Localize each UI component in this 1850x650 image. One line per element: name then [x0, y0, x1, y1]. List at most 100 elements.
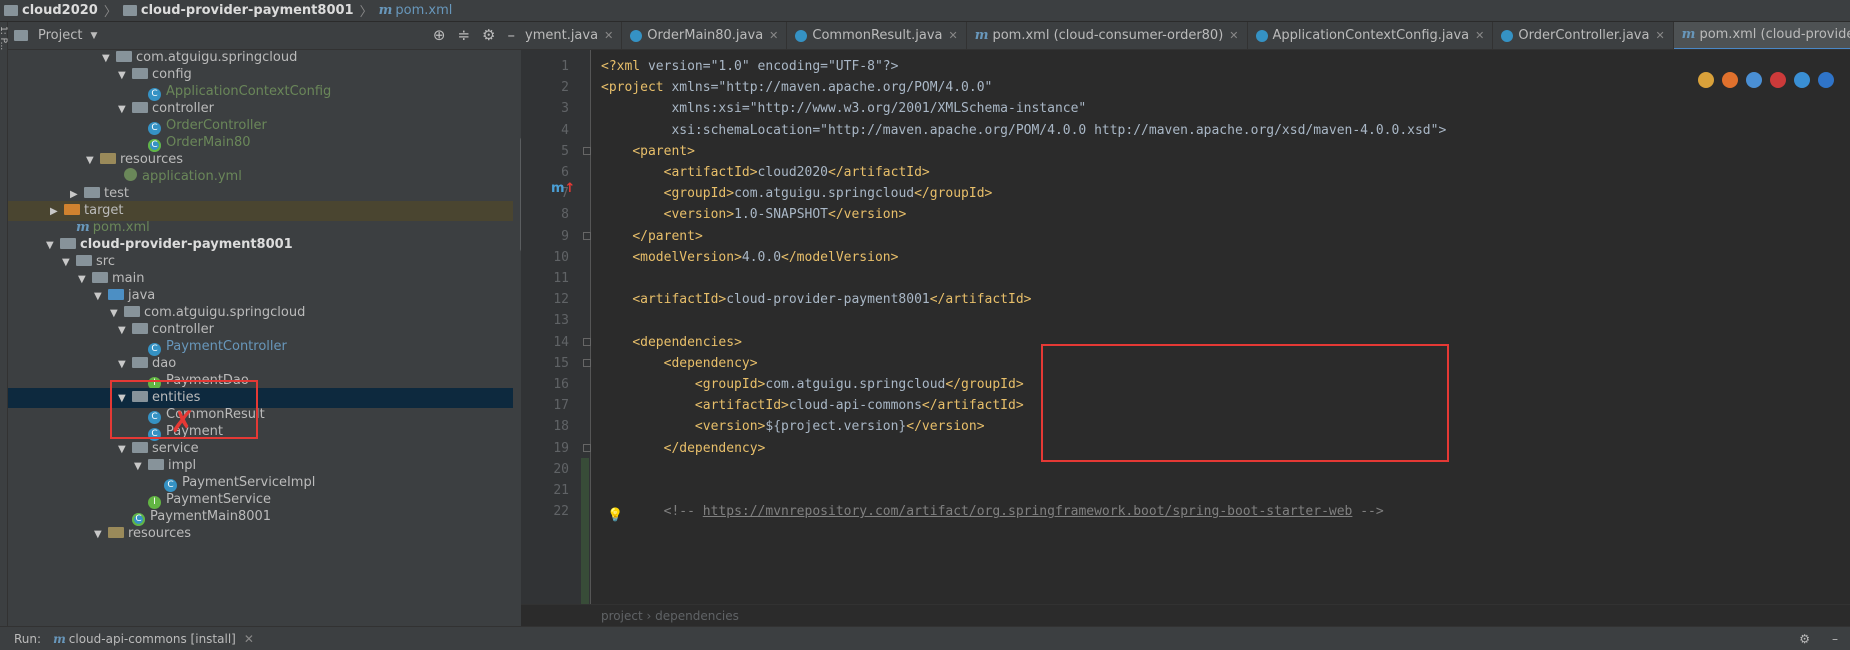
- code-area[interactable]: <?xml version="1.0" encoding="UTF-8"?> <p…: [601, 50, 1850, 604]
- project-folder-icon: [4, 5, 18, 16]
- code-token: </artifactId: [929, 292, 1024, 308]
- code-token: <version: [694, 419, 758, 435]
- fold-marker-icon[interactable]: [583, 337, 591, 346]
- tree-item-label: test: [104, 186, 129, 201]
- close-tab-icon[interactable]: ✕: [1655, 29, 1664, 42]
- vcs-change-marker[interactable]: [581, 458, 589, 626]
- browser-preview-icons: [1698, 72, 1834, 88]
- editor-tab[interactable]: OrderController.java ✕: [1493, 22, 1674, 49]
- breadcrumb-separator: 〉: [359, 5, 373, 20]
- run-label: Run:: [14, 631, 42, 646]
- editor-tab[interactable]: yment.java ✕: [521, 22, 623, 49]
- firefox-icon[interactable]: [1722, 72, 1738, 88]
- editor-crumb-project[interactable]: project: [601, 609, 643, 623]
- project-panel-title[interactable]: Project: [38, 28, 82, 43]
- code-line[interactable]: <modelVersion>4.0.0</modelVersion>: [601, 245, 898, 270]
- fold-marker-icon[interactable]: [583, 443, 591, 452]
- tree-item-label: application.yml: [142, 169, 242, 184]
- code-token: <?xml: [601, 59, 641, 74]
- editor-tab[interactable]: mpom.xml (cloud-provider-payment8001)✕: [1673, 22, 1850, 49]
- code-line[interactable]: </dependency>: [601, 436, 766, 461]
- hide-panel-icon[interactable]: –: [508, 26, 516, 44]
- expanded-arrow-icon[interactable]: ▼: [94, 525, 108, 545]
- tree-item-label: src: [96, 254, 115, 269]
- editor-tab[interactable]: CommonResult.java ✕: [787, 22, 967, 49]
- code-token: <!--: [663, 504, 703, 520]
- editor-tab[interactable]: ApplicationContextConfig.java ✕: [1248, 22, 1494, 49]
- editor-tab[interactable]: OrderMain80.java ✕: [622, 22, 788, 49]
- fold-marker-icon[interactable]: [583, 231, 591, 240]
- close-tab-icon[interactable]: ✕: [1229, 29, 1238, 42]
- resources-folder-icon: [100, 153, 116, 164]
- code-token: <artifactId: [663, 165, 750, 180]
- run-minimize-icon[interactable]: –: [1832, 632, 1838, 646]
- code-token: -->: [1352, 504, 1384, 520]
- code-line[interactable]: <!-- https://mvnrepository.com/artifact/…: [601, 499, 1384, 524]
- tree-item-label: resources: [128, 526, 192, 541]
- tab-label: yment.java: [525, 28, 599, 43]
- maven-icon: m: [53, 631, 66, 646]
- code-token: <modelVersion: [632, 249, 735, 265]
- tree-item-label: cloud-provider-payment8001: [80, 237, 293, 252]
- settings-gear-icon[interactable]: ⚙: [482, 26, 495, 44]
- code-token: com.atguigu.springcloud: [765, 377, 946, 392]
- safari-icon[interactable]: [1746, 72, 1762, 88]
- intention-bulb-icon[interactable]: 💡: [607, 508, 623, 523]
- maven-parent-marker-icon[interactable]: m↑: [551, 181, 575, 196]
- tree-item-label: com.atguigu.springcloud: [144, 305, 306, 320]
- navigation-bar: cloud2020 〉 cloud-provider-payment8001 〉…: [0, 0, 1850, 22]
- folder-icon: [132, 102, 148, 113]
- locate-icon[interactable]: ⊕: [433, 26, 446, 44]
- maven-icon: m: [974, 28, 989, 43]
- tree-item-label: PaymentService: [166, 492, 271, 507]
- maven-icon: m: [378, 3, 393, 18]
- fold-marker-icon[interactable]: [583, 358, 591, 367]
- collapse-all-icon[interactable]: ≑: [457, 26, 470, 44]
- close-tab-icon[interactable]: ✕: [769, 29, 778, 42]
- tree-item-label: main: [112, 271, 145, 286]
- code-line[interactable]: xsi:schemaLocation="http://maven.apache.…: [601, 118, 1446, 143]
- ie-icon[interactable]: [1794, 72, 1810, 88]
- breadcrumb-separator: 〉: [103, 5, 117, 20]
- code-token: </dependency: [663, 440, 758, 456]
- fold-marker-icon[interactable]: [583, 146, 591, 155]
- close-tab-icon[interactable]: ✕: [948, 29, 957, 42]
- code-token: <dependency: [663, 355, 750, 371]
- code-token: </groupId: [945, 377, 1016, 392]
- chrome-icon[interactable]: [1698, 72, 1714, 88]
- class-icon: [1501, 29, 1514, 42]
- edge-icon[interactable]: [1818, 72, 1834, 88]
- code-token: xmlns:xsi="http://www.w3.org/2001/XMLSch…: [601, 101, 1087, 117]
- code-line[interactable]: <artifactId > cloud-provider-payment8001</…: [601, 287, 1031, 312]
- view-dropdown-icon[interactable]: ▼: [90, 31, 97, 41]
- tree-item-label: PaymentController: [166, 339, 287, 354]
- close-tab-icon[interactable]: ✕: [604, 29, 613, 42]
- code-token: >: [781, 398, 789, 414]
- tree-item[interactable]: ▼ resources: [8, 524, 513, 544]
- code-token: 1.0-SNAPSHOT: [734, 207, 828, 223]
- editor-tab[interactable]: m pom.xml (cloud-consumer-order80) ✕: [967, 22, 1248, 49]
- run-config-tab[interactable]: cloud-api-commons [install]: [69, 632, 236, 646]
- tab-label: OrderController.java: [1518, 28, 1650, 43]
- breadcrumb-file[interactable]: pom.xml: [395, 3, 452, 18]
- tree-item-label: resources: [120, 152, 184, 167]
- project-tool-label[interactable]: 1: P...: [0, 26, 8, 50]
- breadcrumb-module[interactable]: cloud-provider-payment8001: [141, 3, 354, 18]
- close-tab-icon[interactable]: ✕: [1475, 29, 1484, 42]
- editor-breadcrumb: project › dependencies: [521, 604, 1850, 626]
- tree-item-label: com.atguigu.springcloud: [136, 50, 298, 65]
- code-token: >: [1023, 292, 1032, 308]
- run-settings-gear-icon[interactable]: ⚙: [1799, 632, 1810, 646]
- breadcrumb-root[interactable]: cloud2020: [22, 3, 98, 18]
- opera-icon[interactable]: [1770, 72, 1786, 88]
- close-run-tab-icon[interactable]: ✕: [244, 632, 254, 646]
- code-token: <artifactId: [694, 398, 782, 414]
- left-tool-strip: 1: P...: [0, 22, 8, 626]
- editor-crumb-dependencies[interactable]: dependencies: [655, 609, 739, 623]
- code-token: cloud2020: [757, 165, 828, 180]
